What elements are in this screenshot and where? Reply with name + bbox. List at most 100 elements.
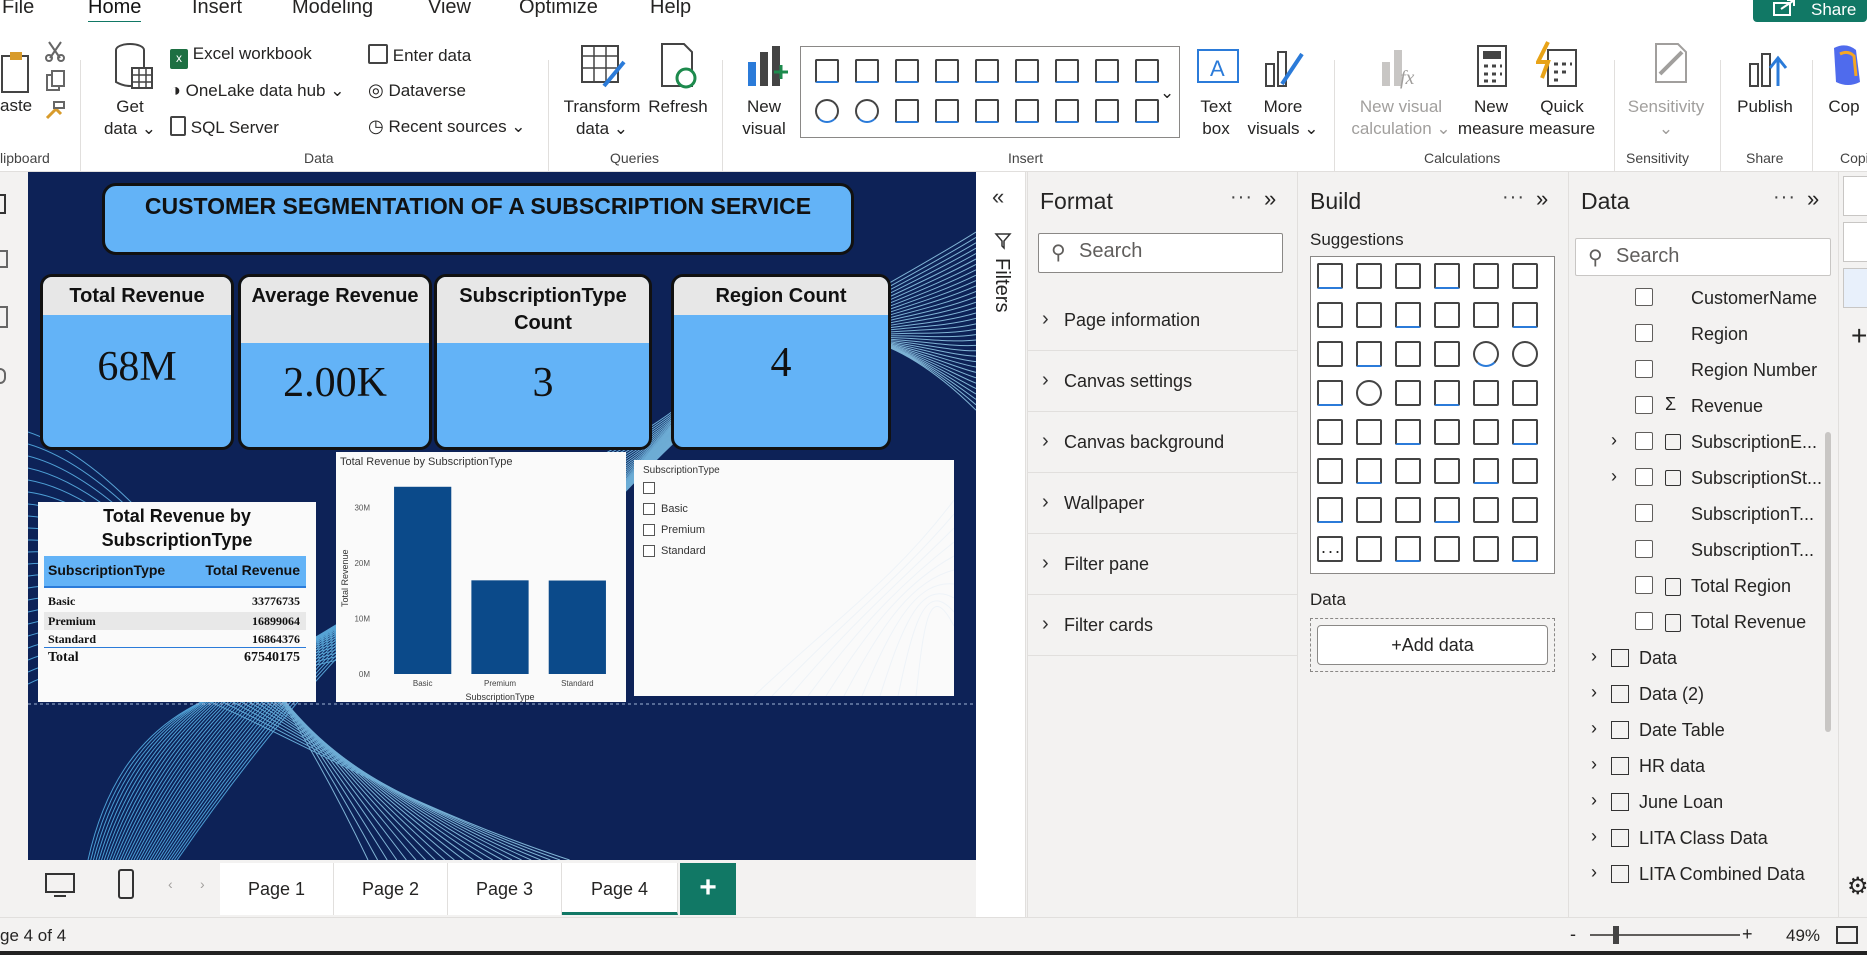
visual-type-icon[interactable] <box>1135 59 1159 83</box>
field-checkbox[interactable] <box>1635 360 1653 378</box>
suggested-visual-icon[interactable] <box>1356 419 1382 445</box>
filters-pane-collapsed[interactable]: « Filters <box>976 172 1026 917</box>
more-options-icon[interactable]: ··· <box>1230 186 1253 209</box>
add-data-button[interactable]: +Add data <box>1317 625 1548 665</box>
mobile-layout-icon[interactable] <box>116 868 136 900</box>
zoom-slider-thumb[interactable] <box>1613 926 1619 944</box>
suggested-visual-icon[interactable] <box>1473 536 1499 562</box>
page-tab-1[interactable]: Page 1 <box>220 863 334 915</box>
visual-type-icon[interactable] <box>1095 99 1119 123</box>
field-item-subscriptiontype-2[interactable]: SubscriptionT... <box>1569 534 1825 570</box>
bar-chart-visual[interactable]: Total Revenue by SubscriptionType Total R… <box>336 452 626 702</box>
slicer-checkbox[interactable] <box>643 503 655 515</box>
visual-type-icon[interactable] <box>975 59 999 83</box>
more-visuals-icon[interactable]: ... <box>1321 537 1342 558</box>
onelake-data-hub-button[interactable]: ◑ OneLake data hub ⌄ <box>170 80 344 101</box>
suggested-visual-icon[interactable] <box>1395 380 1421 406</box>
field-checkbox[interactable] <box>1635 288 1653 306</box>
visual-type-icon[interactable] <box>935 99 959 123</box>
field-checkbox[interactable] <box>1635 468 1653 486</box>
page-tab-2[interactable]: Page 2 <box>334 863 448 915</box>
field-item-revenue[interactable]: Σ Revenue <box>1569 390 1825 426</box>
suggested-visual-icon[interactable] <box>1317 302 1343 328</box>
suggested-visual-icon[interactable] <box>1356 380 1382 406</box>
field-item-subscriptionend[interactable]: › SubscriptionE... <box>1569 426 1825 462</box>
next-page-icon[interactable]: › <box>200 876 205 892</box>
suggested-visual-icon[interactable] <box>1317 419 1343 445</box>
visual-type-icon[interactable] <box>895 99 919 123</box>
suggested-visual-icon[interactable] <box>1395 458 1421 484</box>
format-search-input[interactable]: ⚲ Search <box>1038 233 1283 273</box>
tab-view[interactable]: View <box>428 0 471 19</box>
suggested-visual-icon[interactable] <box>1473 302 1499 328</box>
visual-type-icon[interactable] <box>935 59 959 83</box>
cut-icon[interactable] <box>44 40 66 62</box>
publish-button[interactable]: Publish <box>1728 96 1802 118</box>
suggested-visual-icon[interactable] <box>1356 302 1382 328</box>
format-section-canvas-background[interactable]: › Canvas background <box>1028 412 1298 473</box>
quick-measure-button[interactable]: Quick measure <box>1524 96 1600 140</box>
table-item-june-loan[interactable]: › June Loan <box>1569 786 1825 822</box>
suggested-visual-icon[interactable] <box>1356 341 1382 367</box>
visual-type-icon[interactable] <box>1015 59 1039 83</box>
suggested-visual-icon[interactable] <box>1512 419 1538 445</box>
more-options-icon[interactable]: ··· <box>1773 186 1796 209</box>
page-tab-3[interactable]: Page 3 <box>448 863 562 915</box>
suggested-visual-icon[interactable] <box>1512 536 1538 562</box>
fit-to-page-icon[interactable] <box>1836 926 1858 944</box>
visual-type-icon[interactable] <box>1055 59 1079 83</box>
suggested-visual-icon[interactable] <box>1434 458 1460 484</box>
table-item-data-2[interactable]: › Data (2) <box>1569 678 1825 714</box>
kpi-card-average-revenue[interactable]: Average Revenue 2.00K <box>238 274 432 450</box>
data-search-input[interactable]: ⚲ Search <box>1575 238 1831 276</box>
kpi-card-region-count[interactable]: Region Count 4 <box>671 274 891 450</box>
suggested-visual-icon[interactable] <box>1434 341 1460 367</box>
field-checkbox[interactable] <box>1635 324 1653 342</box>
sql-server-button[interactable]: SQL Server <box>170 116 279 138</box>
slicer-visual[interactable]: SubscriptionType Basic Premium Standard <box>634 460 954 696</box>
field-checkbox[interactable] <box>1635 540 1653 558</box>
paste-button[interactable]: aste <box>0 96 32 116</box>
suggested-visual-icon[interactable] <box>1434 497 1460 523</box>
visual-type-icon[interactable] <box>1135 99 1159 123</box>
suggested-visual-icon[interactable] <box>1317 380 1343 406</box>
field-checkbox[interactable] <box>1635 576 1653 594</box>
table-item-lita-class-data[interactable]: › LITA Class Data <box>1569 822 1825 858</box>
suggested-visual-icon[interactable] <box>1317 263 1343 289</box>
suggested-visual-icon[interactable] <box>1473 263 1499 289</box>
suggested-visual-icon[interactable] <box>1317 341 1343 367</box>
excel-workbook-button[interactable]: x Excel workbook <box>170 44 312 69</box>
column-header[interactable]: SubscriptionType <box>48 562 165 578</box>
format-section-canvas-settings[interactable]: › Canvas settings <box>1028 351 1298 412</box>
visual-type-icon[interactable] <box>855 59 879 83</box>
new-visual-calculation-button[interactable]: New visual calculation ⌄ <box>1342 96 1460 140</box>
visual-type-icon[interactable] <box>1095 59 1119 83</box>
tab-help[interactable]: Help <box>650 0 691 19</box>
table-item-hr-data[interactable]: › HR data <box>1569 750 1825 786</box>
suggested-visual-icon[interactable] <box>1356 497 1382 523</box>
enter-data-button[interactable]: Enter data <box>368 44 471 66</box>
suggested-visual-icon[interactable] <box>1473 458 1499 484</box>
visuals-gallery[interactable] <box>800 46 1180 138</box>
suggested-visual-icon[interactable] <box>1512 263 1538 289</box>
field-item-subscriptionstart[interactable]: › SubscriptionSt... <box>1569 462 1825 498</box>
chevron-right-icon[interactable]: › <box>1611 466 1617 487</box>
suggested-visual-icon[interactable] <box>1434 380 1460 406</box>
field-checkbox[interactable] <box>1635 612 1653 630</box>
suggested-visual-icon[interactable] <box>1473 419 1499 445</box>
suggested-visual-icon[interactable] <box>1512 497 1538 523</box>
suggested-visual-icon[interactable] <box>1434 419 1460 445</box>
visual-type-icon[interactable] <box>855 99 879 123</box>
field-checkbox[interactable] <box>1635 504 1653 522</box>
report-view-icon[interactable] <box>0 194 6 214</box>
copilot-button[interactable]: Cop <box>1822 96 1866 118</box>
visual-type-icon[interactable] <box>1055 99 1079 123</box>
suggested-visual-icon[interactable] <box>1512 380 1538 406</box>
suggested-visual-icon[interactable] <box>1317 497 1343 523</box>
format-painter-icon[interactable] <box>44 100 66 122</box>
tab-insert[interactable]: Insert <box>192 0 242 19</box>
table-item-lita-combined-data[interactable]: › LITA Combined Data <box>1569 858 1825 894</box>
slicer-checkbox[interactable] <box>643 482 655 494</box>
suggested-visual-icon[interactable] <box>1317 458 1343 484</box>
report-canvas[interactable]: CUSTOMER SEGMENTATION OF A SUBSCRIPTION … <box>28 172 976 860</box>
